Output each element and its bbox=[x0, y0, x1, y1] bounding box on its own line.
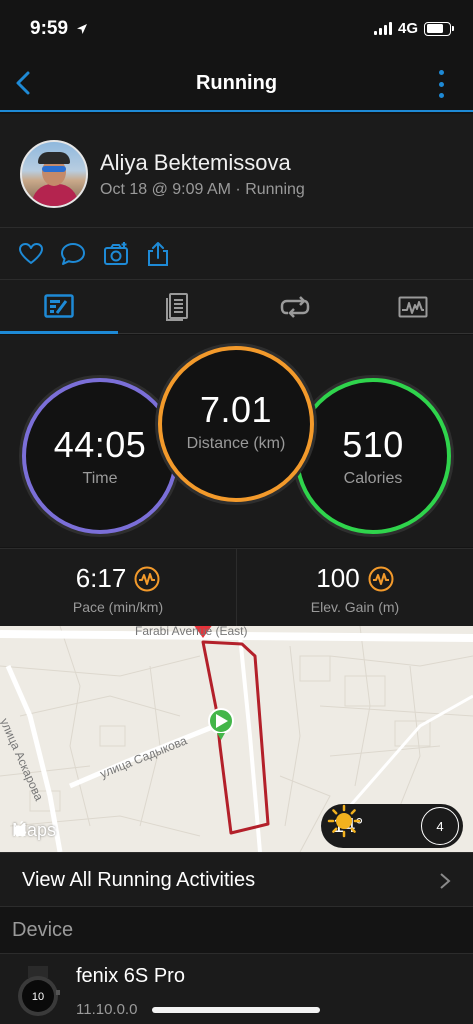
tab-laps[interactable] bbox=[236, 280, 354, 334]
apple-logo-icon bbox=[14, 821, 27, 837]
elevation-chart-badge-icon bbox=[368, 566, 394, 591]
home-indicator[interactable] bbox=[152, 1007, 320, 1013]
device-row[interactable]: 10 fenix 6S Pro 11.10.0.0 bbox=[0, 953, 473, 1024]
time-stat-ring: 44:05 Time bbox=[22, 378, 178, 534]
device-section-header: Device bbox=[0, 907, 473, 953]
wind-speed: 4 bbox=[436, 818, 444, 834]
avatar[interactable] bbox=[20, 140, 88, 208]
stats-document-icon bbox=[166, 293, 188, 321]
page-title: Running bbox=[195, 72, 278, 94]
status-time: 9:59 bbox=[30, 18, 88, 40]
route-map[interactable]: Farabi Avenue (East) улица Аскарова улиц… bbox=[0, 626, 473, 852]
tab-overview[interactable] bbox=[0, 280, 118, 334]
user-name: Aliya Bektemissova bbox=[100, 150, 291, 175]
pace-label: Pace (min/km) bbox=[72, 599, 164, 615]
laps-loop-icon bbox=[280, 296, 310, 318]
view-all-activities-row[interactable]: View All Running Activities bbox=[0, 852, 473, 907]
time-label: Time bbox=[82, 470, 118, 487]
watch-face-number: 10 bbox=[32, 991, 44, 1003]
watch-icon: 10 bbox=[18, 966, 60, 1016]
time-value: 44:05 bbox=[53, 424, 147, 465]
activity-tabs bbox=[0, 280, 473, 334]
elevation-value: 100 bbox=[316, 563, 360, 593]
activity-date-type: Oct 18 @ 9:09 AM · Running bbox=[100, 181, 305, 198]
network-type: 4G bbox=[397, 20, 418, 37]
status-indicators: 4G bbox=[373, 20, 454, 37]
calories-value: 510 bbox=[342, 424, 404, 465]
location-arrow-icon bbox=[77, 23, 88, 34]
status-time-text: 9:59 bbox=[30, 18, 69, 39]
calories-label: Calories bbox=[343, 470, 403, 487]
elevation-metric[interactable]: 100 Elev. Gain (m) bbox=[236, 549, 473, 627]
more-options-icon[interactable] bbox=[437, 70, 445, 98]
street-label-top: Farabi Avenue (East) bbox=[135, 626, 248, 638]
device-version: 11.10.0.0 bbox=[76, 1001, 138, 1018]
pace-metric[interactable]: 6:17 Pace (min/km) bbox=[0, 549, 236, 627]
device-name: fenix 6S Pro bbox=[76, 965, 185, 987]
add-photo-camera-icon[interactable] bbox=[102, 240, 130, 268]
distance-label: Distance (km) bbox=[186, 435, 286, 452]
weather-pill[interactable]: 14° 4 bbox=[321, 804, 463, 848]
view-all-label: View All Running Activities bbox=[22, 869, 256, 891]
nav-bar: Running bbox=[0, 58, 473, 112]
apple-maps-attribution: Maps bbox=[12, 820, 56, 841]
cellular-signal-icon bbox=[373, 22, 392, 35]
calories-stat-ring: 510 Calories bbox=[295, 378, 451, 534]
comment-bubble-icon[interactable] bbox=[59, 240, 87, 268]
activity-profile-header: Aliya Bektemissova Oct 18 @ 9:09 AM · Ru… bbox=[0, 114, 473, 228]
status-bar: 9:59 4G bbox=[0, 0, 473, 58]
wind-compass-icon: 4 bbox=[421, 807, 459, 845]
like-heart-icon[interactable] bbox=[17, 240, 45, 268]
overview-dashboard-icon bbox=[44, 293, 74, 318]
distance-value: 7.01 bbox=[199, 389, 273, 430]
tab-charts[interactable] bbox=[354, 280, 472, 334]
distance-stat-ring: 7.01 Distance (km) bbox=[158, 346, 314, 502]
battery-icon bbox=[424, 21, 454, 36]
social-actions-bar bbox=[0, 228, 473, 280]
sun-icon bbox=[327, 804, 361, 838]
tab-stats[interactable] bbox=[118, 280, 236, 334]
metrics-row: 6:17 Pace (min/km) 100 Elev. Gain (m) bbox=[0, 548, 473, 627]
chevron-right-icon bbox=[440, 873, 451, 889]
elevation-label: Elev. Gain (m) bbox=[310, 599, 400, 615]
summary-stats: 44:05 Time 510 Calories 7.01 Distance (k… bbox=[0, 335, 473, 547]
pace-chart-badge-icon bbox=[134, 566, 160, 591]
share-icon[interactable] bbox=[144, 240, 172, 268]
charts-graph-icon bbox=[398, 296, 428, 318]
pace-value: 6:17 bbox=[75, 563, 127, 593]
device-header-label: Device bbox=[12, 919, 74, 941]
